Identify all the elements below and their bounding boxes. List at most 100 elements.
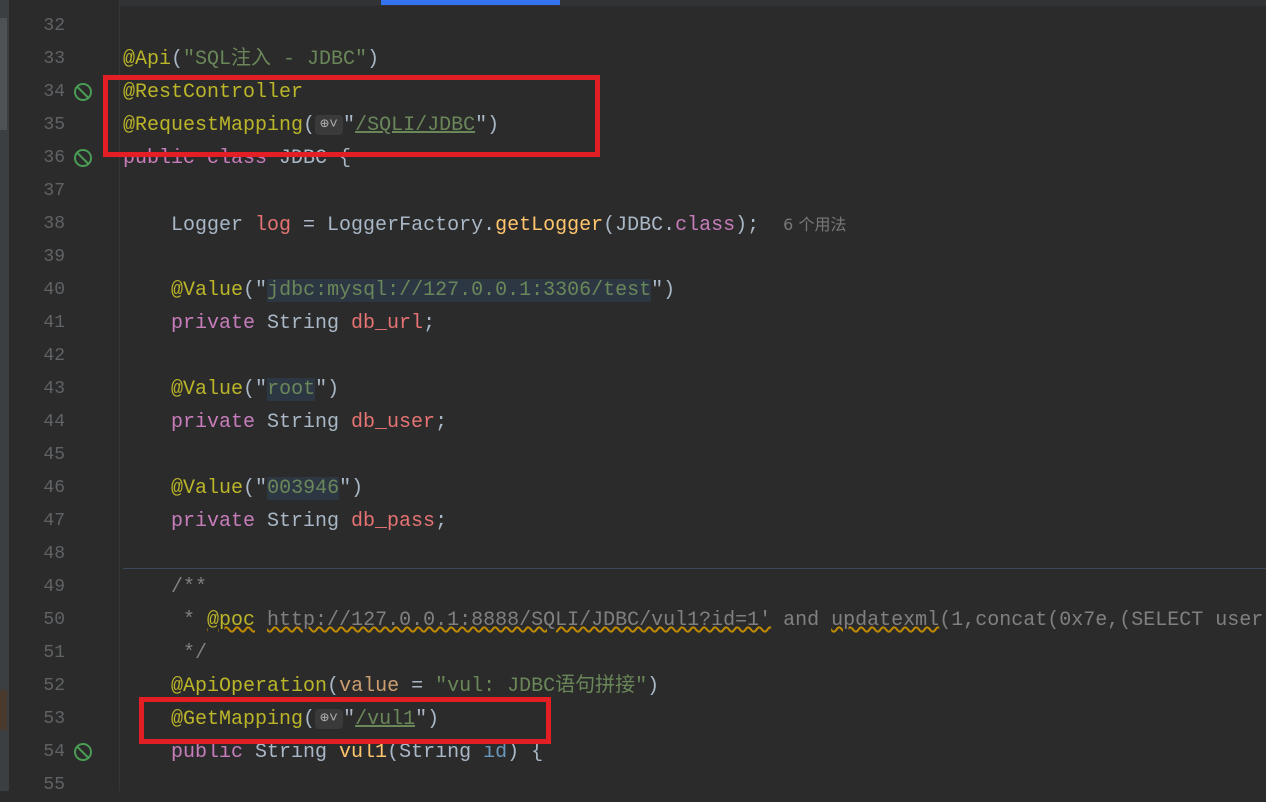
code-token: "	[651, 279, 664, 302]
code-text: @Value("jdbc:mysql://127.0.0.1:3306/test…	[123, 274, 675, 307]
code-text: @Value("root")	[123, 373, 339, 406]
code-token: String	[243, 741, 340, 764]
code-token: "vul: JDBC语句拼接"	[435, 675, 648, 698]
bean-icon[interactable]	[74, 149, 92, 167]
code-token: "	[255, 378, 268, 401]
line-number[interactable]: 52	[9, 670, 65, 703]
code-token: (	[243, 477, 256, 500]
code-token: db_url	[351, 312, 424, 335]
code-text: @Value("003946")	[123, 472, 363, 505]
line-number[interactable]: 53	[9, 703, 65, 736]
code-line[interactable]: 40 @Value("jdbc:mysql://127.0.0.1:3306/t…	[0, 274, 1266, 307]
line-number[interactable]: 43	[9, 373, 65, 406]
code-line[interactable]: 38 Logger log = LoggerFactory.getLogger(…	[0, 208, 1266, 241]
code-token: "	[339, 477, 352, 500]
line-number[interactable]: 55	[9, 769, 65, 802]
line-number[interactable]: 32	[9, 10, 65, 43]
code-line[interactable]: 41 private String db_url;	[0, 307, 1266, 340]
code-text: */	[123, 637, 207, 670]
code-line[interactable]: 49 /**	[0, 571, 1266, 604]
code-token: *	[123, 609, 208, 632]
bean-icon[interactable]	[74, 83, 92, 101]
code-line[interactable]: 44 private String db_user;	[0, 406, 1266, 439]
line-number[interactable]: 49	[9, 571, 65, 604]
code-line[interactable]: 43 @Value("root")	[0, 373, 1266, 406]
code-text: Logger log = LoggerFactory.getLogger(JDB…	[123, 208, 846, 242]
code-token: "	[255, 477, 268, 500]
web-endpoint-icon[interactable]	[74, 743, 92, 761]
code-line[interactable]: 48	[0, 538, 1266, 571]
code-token: )	[351, 477, 364, 500]
code-token: "	[255, 279, 268, 302]
line-number[interactable]: 35	[9, 109, 65, 142]
code-text: private String db_user;	[123, 406, 447, 439]
code-token: (	[327, 675, 340, 698]
code-token: ) {	[507, 741, 544, 764]
code-token: getLogger	[495, 214, 604, 237]
code-token: );	[735, 214, 784, 237]
line-number[interactable]: 39	[9, 241, 65, 274]
code-token: =	[399, 675, 436, 698]
line-number[interactable]: 54	[9, 736, 65, 769]
code-token: @Value	[171, 378, 244, 401]
code-token: = LoggerFactory.	[291, 214, 496, 237]
line-number[interactable]: 46	[9, 472, 65, 505]
code-text: /**	[123, 571, 207, 604]
line-number[interactable]: 37	[9, 175, 65, 208]
code-token: (String	[387, 741, 484, 764]
code-token: @ApiOperation	[171, 675, 328, 698]
line-number[interactable]: 48	[9, 538, 65, 571]
line-number[interactable]: 36	[9, 142, 65, 175]
code-line[interactable]: 45	[0, 439, 1266, 472]
code-token: )	[327, 378, 340, 401]
code-line[interactable]: 42	[0, 340, 1266, 373]
line-number[interactable]: 51	[9, 637, 65, 670]
code-line[interactable]: 47 private String db_pass;	[0, 505, 1266, 538]
line-number[interactable]: 42	[9, 340, 65, 373]
code-token: updatexml	[831, 609, 940, 632]
line-number[interactable]: 40	[9, 274, 65, 307]
line-number[interactable]: 33	[9, 43, 65, 76]
code-line[interactable]: 37	[0, 175, 1266, 208]
code-token: String	[255, 312, 352, 335]
line-number[interactable]: 45	[9, 439, 65, 472]
code-token: http://127.0.0.1:8888/SQLI/JDBC/vul1?id=…	[267, 609, 772, 632]
code-token: class	[675, 214, 736, 237]
code-token: db_pass	[351, 510, 436, 533]
line-number[interactable]: 50	[9, 604, 65, 637]
code-token: Logger	[123, 214, 256, 237]
code-line[interactable]: 32	[0, 10, 1266, 43]
code-token: @Value	[171, 477, 244, 500]
code-token: @poc	[207, 609, 256, 632]
code-token: ;	[435, 411, 448, 434]
code-text: @Api("SQL注入 - JDBC")	[123, 43, 379, 76]
line-number[interactable]: 41	[9, 307, 65, 340]
code-line[interactable]: 50 * @poc http://127.0.0.1:8888/SQLI/JDB…	[0, 604, 1266, 637]
code-token: ;	[423, 312, 436, 335]
highlight-box-method-mapping	[139, 697, 551, 744]
line-number[interactable]: 38	[9, 208, 65, 241]
line-number[interactable]: 44	[9, 406, 65, 439]
code-token: */	[123, 642, 208, 665]
code-line[interactable]: 33 @Api("SQL注入 - JDBC")	[0, 43, 1266, 76]
code-token: id	[483, 741, 508, 764]
line-number[interactable]: 47	[9, 505, 65, 538]
highlight-box-class-mapping	[103, 75, 600, 157]
code-line[interactable]: 51 */	[0, 637, 1266, 670]
code-token: )	[367, 48, 380, 71]
code-token: (	[243, 279, 256, 302]
code-token: (	[171, 48, 184, 71]
code-line[interactable]: 46 @Value("003946")	[0, 472, 1266, 505]
code-line[interactable]: 55	[0, 769, 1266, 802]
active-tab-indicator[interactable]	[381, 0, 560, 5]
code-token: 003946	[267, 477, 340, 500]
code-token: @Api	[123, 48, 172, 71]
line-number[interactable]: 34	[9, 76, 65, 109]
code-token: ;	[435, 510, 448, 533]
code-token: db_user	[351, 411, 436, 434]
code-line[interactable]: 39	[0, 241, 1266, 274]
